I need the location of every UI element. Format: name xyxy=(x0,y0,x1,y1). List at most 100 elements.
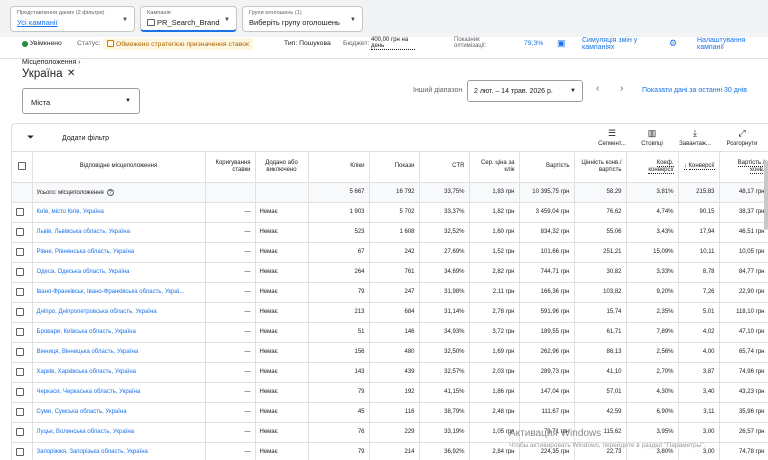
views-value[interactable]: Усі кампанії xyxy=(17,18,128,27)
table-row[interactable]: Харків, Харківська область, Україна — Нема… xyxy=(12,362,768,383)
location-link[interactable]: Бровари, Київська область, Україна xyxy=(32,322,206,343)
next-period-button[interactable]: › xyxy=(620,83,623,94)
settings-link[interactable]: Налаштування кампанії xyxy=(697,37,757,51)
optscore-value[interactable]: 79,3% xyxy=(524,40,543,47)
col-ctr[interactable]: CTR xyxy=(419,152,470,183)
location-link[interactable]: Харків, Харківська область, Україна xyxy=(32,362,206,383)
row-checkbox[interactable] xyxy=(16,368,24,376)
table-row[interactable]: Дніпро, Дніпропетровська область, Україн… xyxy=(12,302,768,323)
col-conversions[interactable]: ↓ Конверсії xyxy=(678,152,720,183)
select-all-cell[interactable] xyxy=(12,152,33,183)
views-selector[interactable]: Представлення даних (2 фільтри) Усі камп… xyxy=(10,6,135,32)
row-checkbox-cell[interactable] xyxy=(12,282,33,303)
simulate-link[interactable]: Симуляція змін у кампаніях xyxy=(582,37,652,51)
row-checkbox[interactable] xyxy=(16,428,24,436)
location-link[interactable]: Луцьк, Волинська область, Україна xyxy=(32,422,206,443)
location-link[interactable]: Вінниця, Вінницька область, Україна xyxy=(32,342,206,363)
bid-adjustment[interactable]: — xyxy=(205,202,256,223)
campaign-selector[interactable]: Кампанія PR_Search_Brand ▼ xyxy=(140,6,237,32)
help-icon[interactable]: ? xyxy=(106,188,114,196)
bid-adjustment[interactable]: — xyxy=(205,222,256,243)
bid-adjustment[interactable]: — xyxy=(205,302,256,323)
bid-adjustment[interactable]: — xyxy=(205,342,256,363)
table-row[interactable]: Київ, місто Київ, Україна — Немає 1 903 5 70… xyxy=(12,202,768,223)
bid-adjustment[interactable]: — xyxy=(205,362,256,383)
row-checkbox[interactable] xyxy=(16,308,24,316)
row-checkbox-cell[interactable] xyxy=(12,222,33,243)
location-link[interactable]: Запоріжжя, Запорізька область, Україна xyxy=(32,442,206,460)
bid-adjustment[interactable]: — xyxy=(205,242,256,263)
row-checkbox-cell[interactable] xyxy=(12,202,33,223)
col-avg-cpc[interactable]: Сер. ціна за клік xyxy=(469,152,520,183)
gear-icon[interactable]: ⚙ xyxy=(669,38,677,49)
columns-button[interactable]: ▥ Стовпці xyxy=(632,128,672,147)
row-checkbox[interactable] xyxy=(16,228,24,236)
table-row[interactable]: Івано-Франківськ, Івано-Франківська обла… xyxy=(12,282,768,303)
table-row[interactable]: Луцьк, Волинська область, Україна — Немає 7… xyxy=(12,422,768,443)
bid-adjustment[interactable]: — xyxy=(205,402,256,423)
row-checkbox[interactable] xyxy=(16,208,24,216)
state-text[interactable]: Увімкнено xyxy=(30,40,62,47)
row-checkbox[interactable] xyxy=(16,348,24,356)
row-checkbox-cell[interactable] xyxy=(12,422,33,443)
col-location[interactable]: Відповідне місцеположення xyxy=(32,152,206,183)
bid-adjustment[interactable]: — xyxy=(205,442,256,460)
row-checkbox-cell[interactable] xyxy=(12,242,33,263)
row-checkbox-cell[interactable] xyxy=(12,342,33,363)
bid-adjustment[interactable]: — xyxy=(205,262,256,283)
location-link[interactable]: Львів, Львівська область, Україна xyxy=(32,222,206,243)
table-row[interactable]: Львів, Львівська область, Україна — Немає 5… xyxy=(12,222,768,243)
add-filter-button[interactable]: Додати фільтр xyxy=(62,135,109,142)
row-checkbox-cell[interactable] xyxy=(12,402,33,423)
breadcrumb[interactable]: Місцеположення › xyxy=(22,59,81,66)
row-checkbox-cell[interactable] xyxy=(12,362,33,383)
bid-adjustment[interactable]: — xyxy=(205,382,256,403)
row-checkbox[interactable] xyxy=(16,328,24,336)
location-link[interactable]: Дніпро, Дніпропетровська область, Україн… xyxy=(32,302,206,323)
col-conv-value-cost[interactable]: Цінність конв./вартість xyxy=(574,152,627,183)
col-impressions[interactable]: Покази xyxy=(369,152,420,183)
row-checkbox-cell[interactable] xyxy=(12,382,33,403)
table-row[interactable]: Вінниця, Вінницька область, Україна — Нема… xyxy=(12,342,768,363)
row-checkbox-cell[interactable] xyxy=(12,262,33,283)
bid-adjustment[interactable]: — xyxy=(205,322,256,343)
row-checkbox[interactable] xyxy=(16,408,24,416)
prev-period-button[interactable]: ‹ xyxy=(596,83,599,94)
select-all-checkbox[interactable] xyxy=(17,162,26,171)
row-checkbox[interactable] xyxy=(16,268,24,276)
budget-value[interactable]: 400,00 грн на день xyxy=(371,37,415,50)
close-icon[interactable]: ✕ xyxy=(67,68,75,79)
segment-button[interactable]: ☰ Сегмент... xyxy=(592,128,632,147)
col-added[interactable]: Додано або виключено xyxy=(255,152,309,183)
download-button[interactable]: ⤓ Завантаж... xyxy=(675,128,715,147)
row-checkbox[interactable] xyxy=(16,448,24,456)
location-type-select[interactable]: Міста ▼ xyxy=(22,88,140,114)
vertical-scrollbar[interactable] xyxy=(764,160,768,230)
table-row[interactable]: Одеса, Одеська область, Україна — Немає 264… xyxy=(12,262,768,283)
location-link[interactable]: Суми, Сумська область, Україна xyxy=(32,402,206,423)
row-checkbox-cell[interactable] xyxy=(12,302,33,323)
row-checkbox-cell[interactable] xyxy=(12,442,33,460)
col-bid-adj[interactable]: Коригування ставки xyxy=(205,152,256,183)
row-checkbox-cell[interactable] xyxy=(12,322,33,343)
expand-button[interactable]: ⤢ Розгорнути xyxy=(722,128,762,147)
status-warning[interactable]: Обмежено стратегією призначення ставок xyxy=(103,38,253,50)
col-cost[interactable]: Вартість xyxy=(519,152,575,183)
show-last-30-days-link[interactable]: Показати дані за останні 30 днів xyxy=(642,87,747,94)
location-link[interactable]: Київ, місто Київ, Україна xyxy=(32,202,206,223)
col-clicks[interactable]: Кліки xyxy=(308,152,370,183)
table-row[interactable]: Бровари, Київська область, Україна — Немає… xyxy=(12,322,768,343)
location-link[interactable]: Івано-Франківськ, Івано-Франківська обла… xyxy=(32,282,206,303)
location-link[interactable]: Черкаси, Черкаська область, Україна xyxy=(32,382,206,403)
row-checkbox[interactable] xyxy=(16,248,24,256)
location-link[interactable]: Рівне, Рівненська область, Україна xyxy=(32,242,206,263)
chart-icon[interactable]: ▣ xyxy=(557,38,566,49)
row-checkbox[interactable] xyxy=(16,288,24,296)
filter-icon[interactable]: ⏷ xyxy=(27,132,34,143)
location-link[interactable]: Одеса, Одеська область, Україна xyxy=(32,262,206,283)
table-row[interactable]: Рівне, Рівненська область, Україна — Немає… xyxy=(12,242,768,263)
row-checkbox[interactable] xyxy=(16,388,24,396)
table-row[interactable]: Суми, Сумська область, Україна — Немає 45 11… xyxy=(12,402,768,423)
adgroup-selector[interactable]: Групи оголошень (1) Виберіть групу оголо… xyxy=(242,6,363,32)
col-cost-per-conv[interactable]: Вартість / конв. xyxy=(719,152,768,183)
